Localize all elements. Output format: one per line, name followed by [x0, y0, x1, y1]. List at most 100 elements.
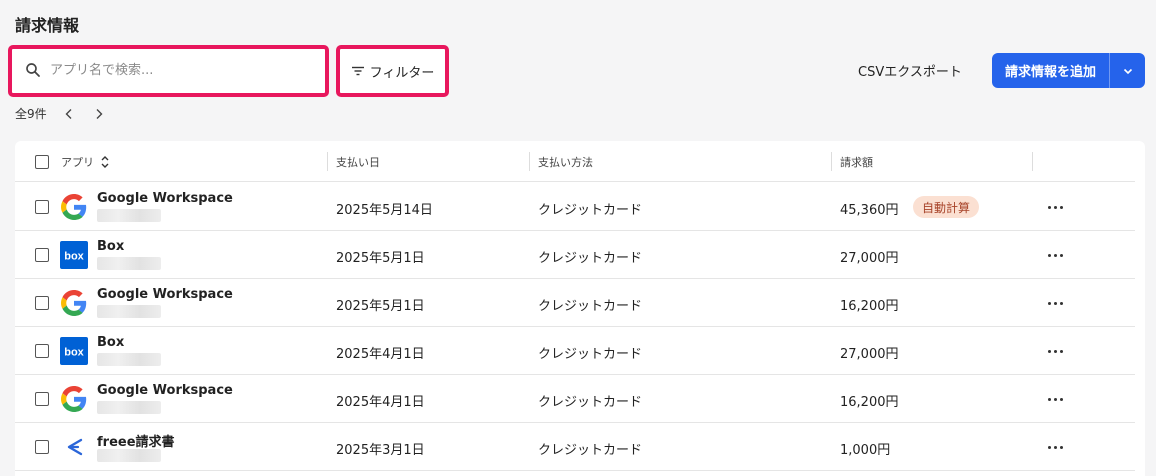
app-logo: [60, 289, 88, 317]
csv-export-button[interactable]: CSVエクスポート: [848, 58, 972, 82]
row-checkbox[interactable]: [35, 440, 49, 454]
column-header-method: 支払い方法: [538, 155, 593, 169]
app-name[interactable]: Google Workspace: [97, 287, 233, 302]
payment-method: クレジットカード: [538, 443, 643, 458]
more-icon: [1047, 397, 1063, 401]
column-header-app[interactable]: アプリ: [61, 141, 111, 182]
payment-date: 2025年4月1日: [336, 395, 425, 410]
payment-date: 2025年3月1日: [336, 443, 425, 458]
box-logo-icon: box: [60, 337, 88, 365]
billing-amount: 1,000円: [840, 443, 891, 458]
google-logo-icon: [61, 194, 87, 220]
pagination: 全9件: [15, 105, 107, 122]
table-row[interactable]: Google Workspace 2025年5月14日 クレジットカード 45,360…: [15, 183, 1135, 231]
app-name[interactable]: Google Workspace: [97, 191, 233, 206]
payment-date: 2025年4月1日: [336, 347, 425, 362]
row-checkbox[interactable]: [35, 392, 49, 406]
billing-table: アプリ 支払い日 支払い方法 請求額 Google Workspace 2025年…: [15, 141, 1145, 476]
more-icon: [1047, 301, 1063, 305]
redacted-subtext: [97, 449, 161, 462]
row-more-button[interactable]: [1044, 342, 1066, 360]
page-title: 請求情報: [15, 16, 80, 35]
svg-text:box: box: [64, 251, 84, 263]
column-header-amount: 請求額: [840, 155, 873, 169]
select-all-checkbox[interactable]: [35, 154, 49, 169]
more-icon: [1047, 205, 1063, 209]
box-logo-icon: box: [60, 241, 88, 269]
app-name[interactable]: freee請求書: [97, 431, 175, 450]
payment-method: クレジットカード: [538, 347, 643, 362]
svg-text:box: box: [64, 347, 84, 359]
prev-page-button[interactable]: [61, 106, 77, 122]
payment-date: 2025年5月1日: [336, 251, 425, 266]
payment-method: クレジットカード: [538, 395, 643, 410]
column-divider: [1032, 152, 1033, 171]
add-billing-button[interactable]: 請求情報を追加: [992, 53, 1110, 88]
chevron-down-icon: [1123, 68, 1132, 74]
google-logo-icon: [61, 386, 87, 412]
app-logo: [60, 433, 88, 461]
billing-amount: 16,200円: [840, 395, 899, 410]
billing-amount: 16,200円: [840, 299, 899, 314]
total-count: 全9件: [15, 107, 47, 121]
payment-method: クレジットカード: [538, 299, 643, 314]
search-box[interactable]: [8, 45, 329, 97]
app-name[interactable]: Box: [97, 239, 124, 254]
next-page-button[interactable]: [91, 106, 107, 122]
table-header: アプリ 支払い日 支払い方法 請求額: [15, 141, 1135, 182]
search-input[interactable]: [50, 57, 320, 83]
row-more-button[interactable]: [1044, 294, 1066, 312]
row-checkbox[interactable]: [35, 296, 49, 310]
column-header-app-label: アプリ: [61, 155, 94, 169]
row-checkbox[interactable]: [35, 248, 49, 262]
more-icon: [1047, 253, 1063, 257]
add-billing-button-group[interactable]: 請求情報を追加: [992, 53, 1145, 88]
billing-amount: 45,360円: [840, 203, 899, 218]
select-all-cell: [35, 141, 49, 182]
row-more-button[interactable]: [1044, 438, 1066, 456]
google-logo-icon: [61, 290, 87, 316]
more-icon: [1047, 445, 1063, 449]
app-logo: box: [60, 241, 88, 269]
more-icon: [1047, 349, 1063, 353]
row-checkbox[interactable]: [35, 200, 49, 214]
app-name[interactable]: Box: [97, 335, 124, 350]
billing-amount: 27,000円: [840, 347, 899, 362]
redacted-subtext: [97, 353, 161, 366]
table-row[interactable]: Google Workspace 2025年5月1日 クレジットカード 16,200円: [15, 279, 1135, 327]
filter-button[interactable]: フィルター: [336, 45, 449, 97]
payment-date: 2025年5月1日: [336, 299, 425, 314]
column-divider: [327, 152, 328, 171]
column-header-date: 支払い日: [336, 155, 380, 169]
billing-amount: 27,000円: [840, 251, 899, 266]
chevron-left-icon: [65, 108, 72, 119]
redacted-subtext: [97, 257, 161, 270]
redacted-subtext: [97, 401, 161, 414]
sort-icon[interactable]: [99, 155, 111, 169]
payment-date: 2025年5月14日: [336, 203, 433, 218]
freee-logo-icon: [67, 438, 83, 456]
column-divider: [831, 152, 832, 171]
app-name[interactable]: Google Workspace: [97, 383, 233, 398]
app-logo: [60, 385, 88, 413]
filter-icon: [351, 66, 364, 76]
payment-method: クレジットカード: [538, 251, 643, 266]
row-more-button[interactable]: [1044, 198, 1066, 216]
chevron-right-icon: [96, 108, 103, 119]
app-logo: box: [60, 337, 88, 365]
app-logo: [60, 193, 88, 221]
payment-method: クレジットカード: [538, 203, 643, 218]
column-divider: [529, 152, 530, 171]
row-more-button[interactable]: [1044, 246, 1066, 264]
row-checkbox[interactable]: [35, 344, 49, 358]
redacted-subtext: [97, 209, 161, 222]
redacted-subtext: [97, 305, 161, 318]
table-row[interactable]: Google Workspace 2025年4月1日 クレジットカード 16,200円: [15, 375, 1135, 423]
add-billing-dropdown-button[interactable]: [1110, 53, 1145, 88]
table-row[interactable]: box Box 2025年5月1日 クレジットカード 27,000円: [15, 231, 1135, 279]
table-row[interactable]: box Box 2025年4月1日 クレジットカード 27,000円: [15, 327, 1135, 375]
auto-calc-badge: 自動計算: [913, 196, 980, 218]
table-row[interactable]: freee請求書 2025年3月1日 クレジットカード 1,000円: [15, 423, 1135, 471]
row-more-button[interactable]: [1044, 390, 1066, 408]
filter-button-label: フィルター: [369, 65, 435, 81]
